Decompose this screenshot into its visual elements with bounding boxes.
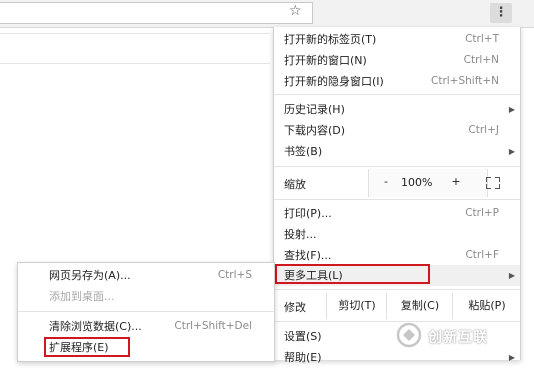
star-icon[interactable]: ☆ [289,3,302,19]
cut-button[interactable]: 剪切(T) [326,293,387,319]
zoom-row: 缩放 - 100% + [274,169,520,197]
menu-item-cast[interactable]: 投射... [274,224,520,245]
watermark: 创新互联 [396,322,526,350]
zoom-controls: - 100% + [368,169,488,197]
zoom-in-button[interactable]: + [451,175,461,188]
page-divider [0,33,270,34]
menu-item-print[interactable]: 打印(P)... Ctrl+P [274,203,520,224]
edit-label: 修改 [284,301,306,314]
submenu-item-extensions[interactable]: 扩展程序(E) [18,337,274,358]
more-tools-submenu: 网页另存为(A)... Ctrl+S 添加到桌面... 清除浏览数据(C)...… [17,262,275,362]
menu-item-incognito[interactable]: 打开新的隐身窗口(I) Ctrl+Shift+N [274,71,520,92]
edit-row: 修改 剪切(T) 复制(C) 粘贴(P) [274,293,520,319]
menu-item-history[interactable]: 历史记录(H) ▶ [274,99,520,120]
menu-separator [18,311,274,312]
address-bar[interactable] [0,2,313,24]
paste-button[interactable]: 粘贴(P) [452,293,521,319]
fullscreen-icon[interactable] [486,177,500,189]
menu-item-find[interactable]: 查找(F)... Ctrl+F [274,245,520,266]
copy-button[interactable]: 复制(C) [386,293,453,319]
zoom-out-button[interactable]: - [381,175,391,188]
submenu-item-save-page[interactable]: 网页另存为(A)... Ctrl+S [18,265,274,286]
menu-item-more-tools[interactable]: 更多工具(L) ▶ [274,265,520,286]
submenu-arrow-icon: ▶ [508,353,515,362]
submenu-item-clear-data[interactable]: 清除浏览数据(C)... Ctrl+Shift+Del [18,316,274,337]
menu-separator [274,94,520,95]
three-dots-vertical-icon[interactable]: ⋮ [490,3,512,23]
watermark-text: 创新互联 [428,330,488,346]
page-divider [0,63,270,64]
menu-item-new-window[interactable]: 打开新的窗口(N) Ctrl+N [274,50,520,71]
menu-separator [274,199,520,200]
brand-logo-icon [396,322,422,348]
menu-item-help[interactable]: 帮助(E) ▶ [274,347,520,368]
submenu-arrow-icon: ▶ [508,105,515,114]
zoom-label: 缩放 [284,178,306,191]
submenu-item-add-to-desktop: 添加到桌面... [49,290,115,303]
menu-item-new-tab[interactable]: 打开新的标签页(T) Ctrl+T [274,29,520,50]
menu-separator [274,289,520,290]
menu-item-bookmarks[interactable]: 书签(B) ▶ [274,141,520,162]
chrome-main-menu: 打开新的标签页(T) Ctrl+T 打开新的窗口(N) Ctrl+N 打开新的隐… [273,27,521,364]
submenu-arrow-icon: ▶ [508,271,515,280]
menu-separator [274,166,520,167]
menu-item-downloads[interactable]: 下载内容(D) Ctrl+J [274,120,520,141]
submenu-arrow-icon: ▶ [508,147,515,156]
zoom-level: 100% [401,176,433,189]
